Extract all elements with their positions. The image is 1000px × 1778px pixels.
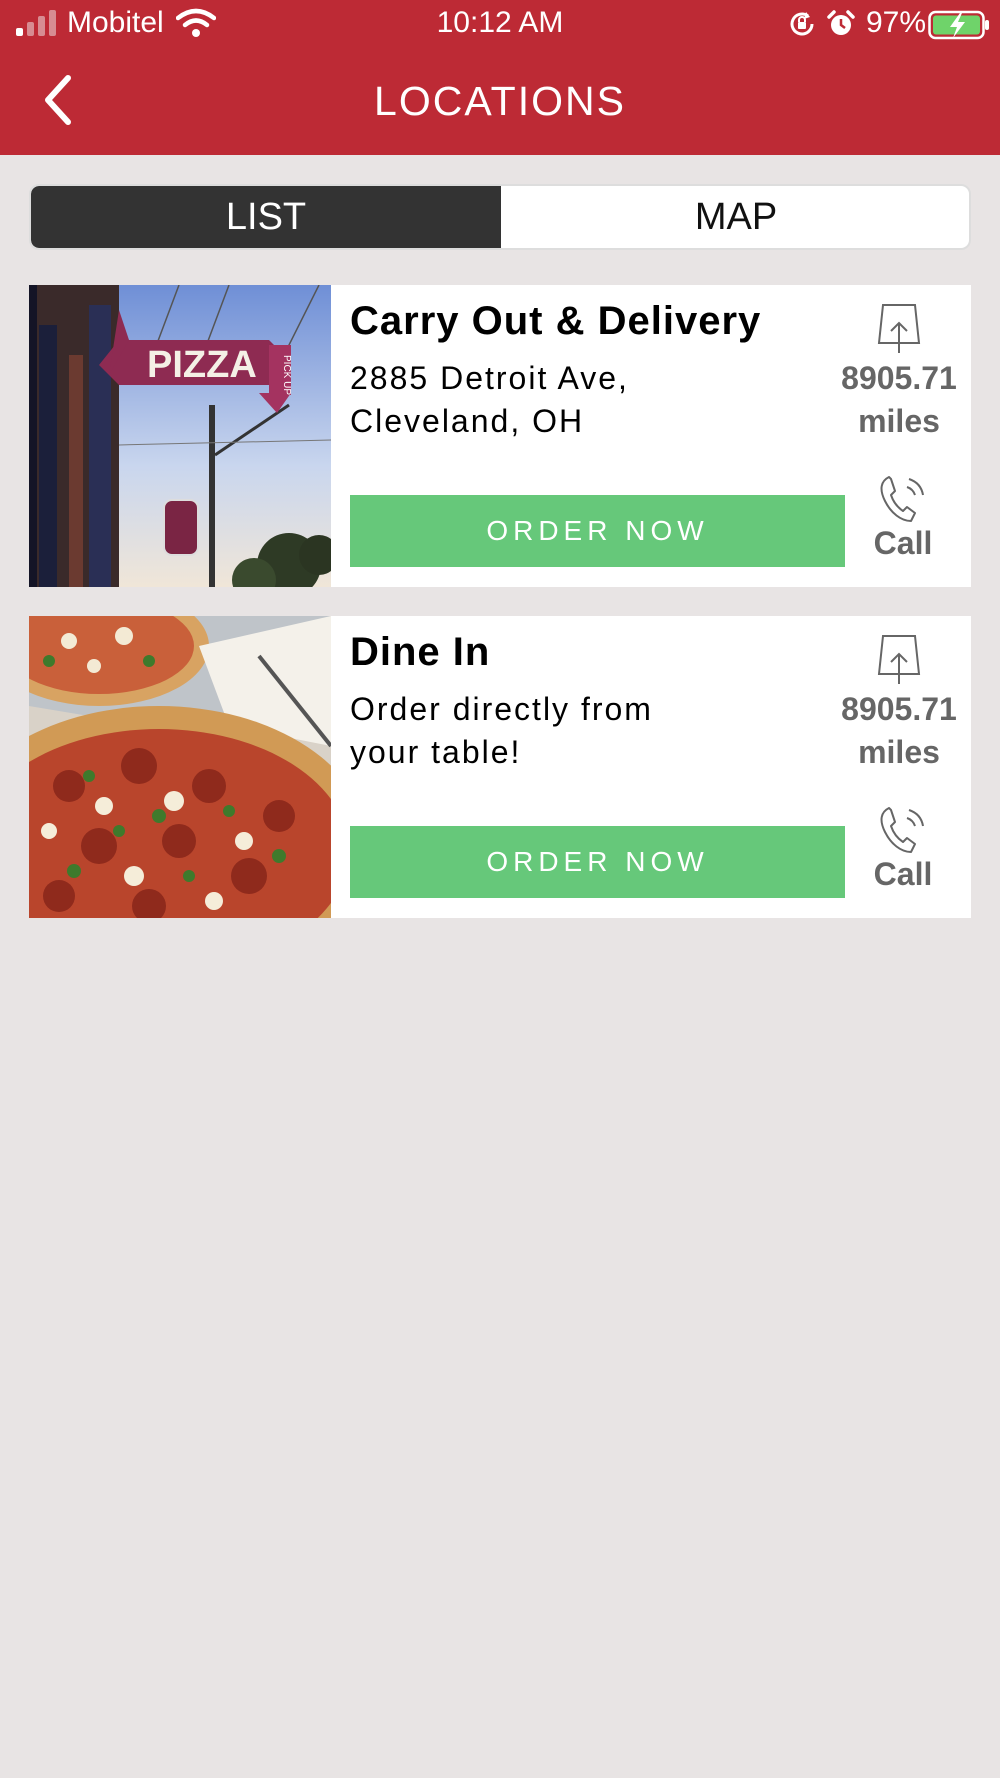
phone-icon[interactable] — [875, 473, 927, 525]
battery-percent: 97% — [866, 6, 927, 39]
location-description: Order directly from your table! — [350, 691, 653, 770]
call-button-label[interactable]: Call — [829, 856, 977, 893]
battery-charging-icon — [928, 10, 989, 40]
distance-value: 8905.71 — [841, 691, 957, 727]
directions-icon[interactable] — [875, 634, 923, 686]
location-address: 2885 Detroit Ave, Cleveland, OH — [350, 360, 629, 439]
tab-map[interactable]: MAP — [501, 186, 969, 248]
rotation-lock-icon — [790, 12, 814, 36]
distance: 8905.71 miles — [829, 688, 969, 774]
location-title: Dine In — [350, 630, 491, 674]
tab-list[interactable]: LIST — [31, 186, 501, 248]
pizza-image — [29, 616, 331, 918]
page-title: LOCATIONS — [374, 78, 626, 124]
status-bar: Mobitel 10:12 AM 97% — [0, 0, 1000, 50]
distance-value: 8905.71 — [841, 360, 957, 396]
view-toggle: LIST MAP — [29, 184, 971, 250]
distance-unit: miles — [858, 403, 940, 439]
order-now-button[interactable]: ORDER NOW — [350, 826, 845, 898]
phone-icon[interactable] — [875, 804, 927, 856]
location-title: Carry Out & Delivery — [350, 299, 762, 343]
directions-icon[interactable] — [875, 303, 923, 355]
order-now-button[interactable]: ORDER NOW — [350, 495, 845, 567]
svg-text:PICK UP: PICK UP — [281, 355, 292, 395]
location-card[interactable]: Dine In Order directly from your table! … — [29, 616, 971, 918]
app-header: Mobitel 10:12 AM 97% LOCATIONS — [0, 0, 1000, 155]
distance: 8905.71 miles — [829, 357, 969, 443]
distance-unit: miles — [858, 734, 940, 770]
svg-text:PIZZA: PIZZA — [147, 344, 257, 386]
alarm-icon — [827, 10, 855, 35]
call-button-label[interactable]: Call — [829, 525, 977, 562]
storefront-image: PIZZA PICK UP — [29, 285, 331, 587]
location-card[interactable]: PIZZA PICK UP Carry Out & Delivery 2885 … — [29, 285, 971, 587]
